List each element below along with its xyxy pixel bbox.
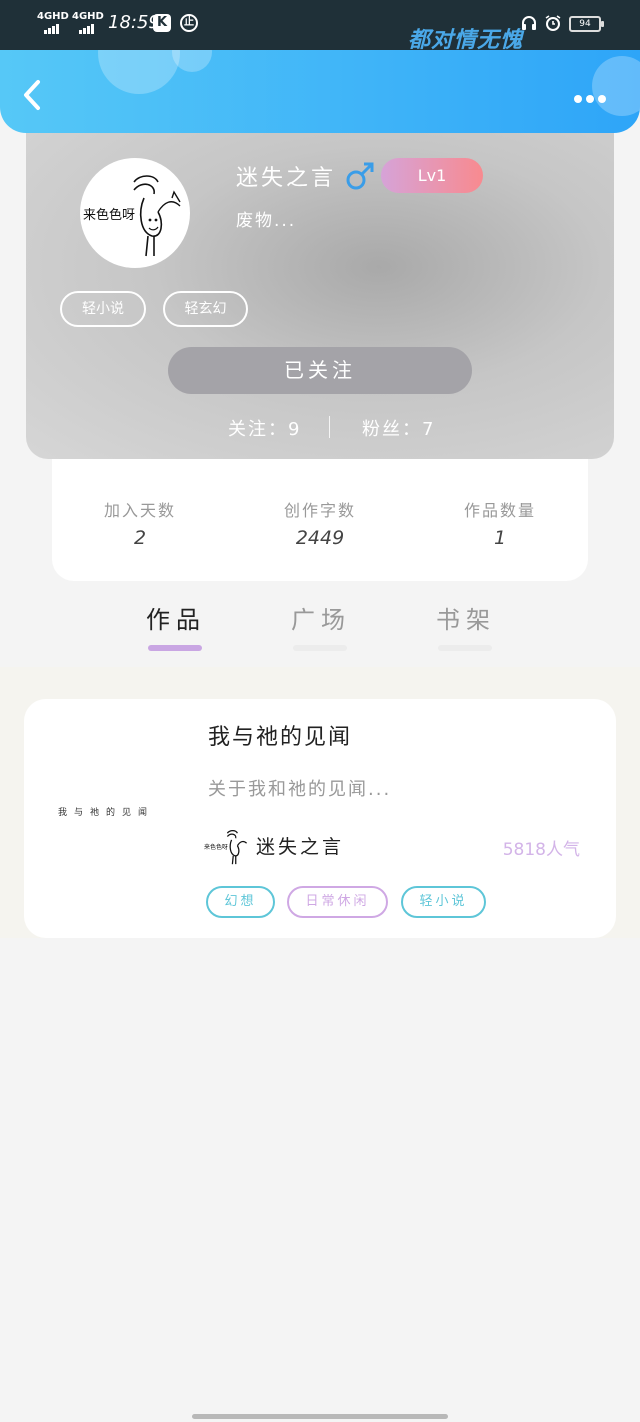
more-dot-icon	[598, 95, 606, 103]
headphones-icon	[522, 16, 536, 30]
circle-status-icon: 止	[180, 14, 198, 32]
author-avatar: 来色色呀	[204, 829, 252, 865]
stat-join-days: 加入天数 2	[70, 497, 210, 549]
signal-icon-1	[44, 24, 59, 34]
overlay-caption: 都对情无愧	[408, 28, 524, 50]
author-name: 迷失之言	[256, 836, 345, 858]
profile-card: 来色色呀 迷失之言 Lv1 废物... 轻小说 轻玄幻 已关注 关注：9 粉丝：…	[26, 110, 614, 459]
popularity-count: 5818人气	[502, 840, 580, 860]
work-tag[interactable]: 轻小说	[401, 886, 486, 918]
stick-figure-icon	[133, 175, 181, 257]
profile-tag[interactable]: 轻小说	[60, 291, 146, 327]
work-tag[interactable]: 日常休闲	[287, 886, 388, 918]
stat-label: 创作字数	[283, 501, 356, 520]
signal-icon-2	[79, 24, 94, 34]
username: 迷失之言	[236, 166, 337, 191]
stat-label: 作品数量	[463, 501, 536, 520]
tab-works[interactable]: 作品	[126, 600, 226, 651]
stat-value: 1	[493, 527, 507, 549]
decor-bubble	[98, 50, 180, 94]
stick-figure-icon	[226, 830, 248, 865]
work-title: 我与祂的见闻	[208, 725, 353, 750]
status-bar: 4GHD 4GHD 18:59 K 止 都对情无愧 94	[0, 0, 640, 50]
tab-label: 书架	[436, 606, 496, 634]
tab-bookshelf[interactable]: 书架	[416, 600, 516, 651]
divider	[329, 416, 330, 438]
fans-count[interactable]: 粉丝：7	[362, 415, 435, 441]
home-indicator[interactable]	[192, 1414, 448, 1419]
profile-tag[interactable]: 轻玄幻	[163, 291, 248, 327]
alarm-icon	[545, 15, 561, 31]
work-description: 关于我和祂的见闻...	[208, 779, 392, 800]
battery-icon: 94	[569, 16, 604, 32]
work-card[interactable]: 我与祂的见闻 我与祂的见闻 关于我和祂的见闻... 来色色呀 迷失之言 5818…	[24, 699, 616, 938]
more-dot-icon	[586, 95, 594, 103]
app-badge-icon: K	[153, 14, 171, 32]
tab-label: 广场	[291, 606, 351, 634]
tab-label: 作品	[146, 606, 206, 634]
top-app-bar	[0, 50, 640, 133]
stat-word-count: 创作字数 2449	[250, 497, 390, 549]
network-label-1: 4GHD	[37, 11, 69, 22]
user-bio: 废物...	[236, 211, 297, 231]
decor-bubble	[172, 50, 212, 72]
follow-button[interactable]: 已关注	[168, 347, 472, 394]
work-tag[interactable]: 幻想	[206, 886, 275, 918]
following-count[interactable]: 关注：9	[228, 415, 301, 441]
book-cover-title: 我与祂的见闻	[58, 808, 155, 818]
tab-indicator	[148, 645, 202, 651]
stats-card: 加入天数 2 创作字数 2449 作品数量 1	[52, 459, 588, 581]
stat-value: 2	[133, 527, 147, 549]
stat-value: 2449	[295, 527, 345, 549]
avatar[interactable]: 来色色呀	[80, 158, 190, 268]
level-badge: Lv1	[381, 158, 483, 193]
male-gender-icon	[346, 162, 374, 190]
tab-plaza[interactable]: 广场	[271, 600, 371, 651]
stat-label: 加入天数	[103, 501, 176, 520]
tab-indicator	[438, 645, 492, 651]
more-dot-icon	[574, 95, 582, 103]
network-label-2: 4GHD	[72, 11, 104, 22]
decor-bubble	[592, 56, 640, 116]
tab-indicator	[293, 645, 347, 651]
more-options-button[interactable]	[574, 88, 614, 103]
back-button[interactable]	[18, 78, 48, 112]
stat-work-count: 作品数量 1	[430, 497, 570, 549]
